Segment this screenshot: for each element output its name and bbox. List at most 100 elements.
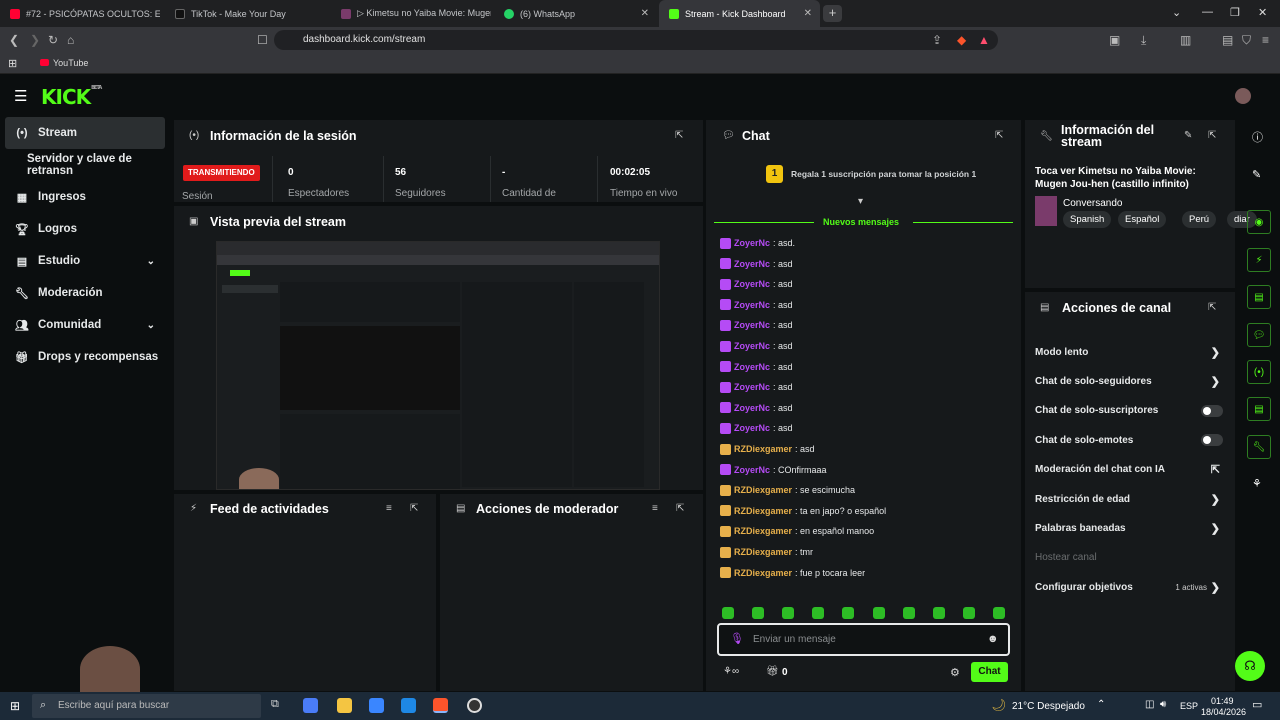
- stream-tag[interactable]: Spanish: [1063, 211, 1112, 228]
- chat-username[interactable]: ZoyerNc: [734, 320, 770, 330]
- emote-icon[interactable]: [962, 607, 975, 619]
- stream-preview-video[interactable]: [216, 241, 660, 490]
- stream-tag[interactable]: Español: [1118, 211, 1167, 228]
- chat-username[interactable]: ZoyerNc: [734, 300, 770, 310]
- popout-icon[interactable]: ⇱: [675, 130, 683, 141]
- emote-icon[interactable]: [992, 607, 1005, 619]
- chat-username[interactable]: ZoyerNc: [734, 238, 770, 248]
- popout-icon[interactable]: ⇱: [1208, 302, 1216, 313]
- sidebar-icon[interactable]: ▣: [1109, 33, 1120, 47]
- emote-icon[interactable]: [812, 607, 825, 619]
- rail-bolt-button[interactable]: ⚡︎: [1247, 248, 1271, 272]
- stream-tag[interactable]: Perú: [1182, 211, 1217, 228]
- url-field[interactable]: dashboard.kick.com/stream: [274, 30, 998, 50]
- new-tab-button[interactable]: +: [823, 5, 842, 22]
- hamburger-icon[interactable]: ☰: [14, 87, 27, 105]
- popout-icon[interactable]: ⇱: [995, 130, 1003, 141]
- file-explorer-icon[interactable]: [337, 698, 352, 713]
- browser-tab[interactable]: #72 - PSICÓPATAS OCULTOS: El Mal: [0, 0, 160, 27]
- chat-username[interactable]: ZoyerNc: [734, 465, 770, 475]
- channel-action-row[interactable]: Chat de solo-suscriptores: [1035, 403, 1225, 419]
- chat-username[interactable]: RZDiexgamer: [734, 568, 792, 578]
- back-icon[interactable]: ❮: [9, 33, 19, 47]
- extensions-icon[interactable]: ▥: [1180, 33, 1191, 47]
- chat-username[interactable]: ZoyerNc: [734, 279, 770, 289]
- language-indicator[interactable]: ESP: [1180, 701, 1198, 711]
- rail-settings-button[interactable]: ▤: [1247, 397, 1271, 421]
- bookmark-icon[interactable]: ☐: [257, 33, 268, 47]
- browser-tab[interactable]: TikTok - Make Your Day: [165, 0, 330, 27]
- brave-shield-icon[interactable]: ◆: [957, 33, 966, 47]
- sidebar-item-stream[interactable]: (•) Stream: [5, 117, 165, 149]
- chat-username[interactable]: ZoyerNc: [734, 362, 770, 372]
- apps-icon[interactable]: ⊞: [8, 57, 17, 70]
- channel-action-row[interactable]: Configurar objetivos 1 activas ❯: [1035, 579, 1225, 595]
- emote-icon[interactable]: [722, 607, 734, 619]
- home-icon[interactable]: ⌂: [67, 33, 74, 47]
- emote-icon[interactable]: [752, 607, 765, 619]
- emote-icon[interactable]: [842, 607, 855, 619]
- tray-chevron-icon[interactable]: ⌃: [1097, 699, 1105, 710]
- minimize-icon[interactable]: —: [1202, 6, 1213, 18]
- emote-icon[interactable]: [902, 607, 915, 619]
- chat-username[interactable]: ZoyerNc: [734, 341, 770, 351]
- browser-tab[interactable]: (6) WhatsApp ✕: [494, 0, 657, 27]
- chat-username[interactable]: RZDiexgamer: [734, 444, 792, 454]
- gift-prompt[interactable]: Regala 1 suscripción para tomar la posic…: [791, 169, 976, 179]
- bookmark-youtube[interactable]: YouTube: [53, 58, 88, 68]
- chat-send-button[interactable]: Chat: [971, 662, 1008, 682]
- close-icon[interactable]: ✕: [641, 8, 649, 19]
- toggle-switch[interactable]: [1201, 404, 1223, 417]
- volume-icon[interactable]: 🔊︎: [1160, 699, 1166, 710]
- weather-text[interactable]: 21°C Despejado: [1012, 701, 1085, 712]
- drops-icon[interactable]: ⚘: [1252, 477, 1262, 490]
- clock-time[interactable]: 01:49: [1211, 696, 1234, 706]
- chat-username[interactable]: ZoyerNc: [734, 403, 770, 413]
- chat-username[interactable]: RZDiexgamer: [734, 485, 792, 495]
- help-button[interactable]: ☊: [1235, 651, 1265, 681]
- network-icon[interactable]: ◫: [1145, 699, 1154, 710]
- filter-icon[interactable]: ≡: [652, 503, 658, 514]
- sidebar-item-logros[interactable]: 🏆︎ Logros: [5, 213, 165, 245]
- windows-start-icon[interactable]: ⊞: [10, 699, 20, 713]
- forward-icon[interactable]: ❯: [30, 33, 40, 47]
- share-icon[interactable]: ⇪: [932, 33, 942, 47]
- popout-icon[interactable]: ⇱: [676, 503, 684, 514]
- brave-browser-icon[interactable]: [433, 698, 448, 713]
- channel-action-row[interactable]: Modo lento ❯: [1035, 344, 1225, 360]
- gear-icon[interactable]: ⚙︎: [950, 666, 960, 679]
- pinned-toggle-icon[interactable]: ▾: [858, 196, 863, 207]
- obs-icon[interactable]: [467, 698, 482, 713]
- edit-icon[interactable]: ✎: [1252, 168, 1261, 181]
- chat-input[interactable]: 🎙︎ Enviar un mensaje ☻: [717, 623, 1010, 656]
- emote-icon[interactable]: [872, 607, 885, 619]
- vpn-icon[interactable]: ⛉: [1242, 33, 1251, 48]
- sidebar-item-ingresos[interactable]: ▦ Ingresos: [5, 181, 165, 213]
- tab-search-icon[interactable]: ⌄: [1172, 6, 1181, 19]
- chat-username[interactable]: RZDiexgamer: [734, 506, 792, 516]
- sidebar-item-drops[interactable]: 🎁︎ Drops y recompensas: [5, 341, 165, 373]
- chat-username[interactable]: RZDiexgamer: [734, 526, 792, 536]
- copilot-icon[interactable]: [303, 698, 318, 713]
- chat-username[interactable]: ZoyerNc: [734, 423, 770, 433]
- info-icon[interactable]: ⓘ: [1252, 129, 1263, 145]
- notifications-icon[interactable]: ▭: [1252, 698, 1262, 711]
- channel-action-row[interactable]: Restricción de edad ❯: [1035, 491, 1225, 507]
- restore-icon[interactable]: ❐: [1230, 6, 1240, 19]
- channel-action-row[interactable]: Chat de solo-seguidores ❯: [1035, 373, 1225, 389]
- wallet-icon[interactable]: ▤: [1222, 33, 1233, 47]
- kick-logo[interactable]: KICKBETA: [41, 85, 102, 109]
- sidebar-item-estudio[interactable]: ▤ Estudio ⌄: [5, 245, 165, 277]
- emote-icon[interactable]: [932, 607, 945, 619]
- clock-date[interactable]: 18/04/2026: [1201, 707, 1246, 717]
- menu-icon[interactable]: ≡: [1262, 33, 1269, 47]
- mail-icon[interactable]: [401, 698, 416, 713]
- popout-icon[interactable]: ⇱: [410, 503, 418, 514]
- chat-username[interactable]: ZoyerNc: [734, 382, 770, 392]
- popout-icon[interactable]: ⇱: [1208, 130, 1216, 141]
- task-view-icon[interactable]: ⧉: [271, 698, 279, 711]
- close-window-icon[interactable]: ✕: [1258, 6, 1267, 19]
- chat-username[interactable]: ZoyerNc: [734, 259, 770, 269]
- chat-username[interactable]: RZDiexgamer: [734, 547, 792, 557]
- rail-doc-button[interactable]: ▤: [1247, 285, 1271, 309]
